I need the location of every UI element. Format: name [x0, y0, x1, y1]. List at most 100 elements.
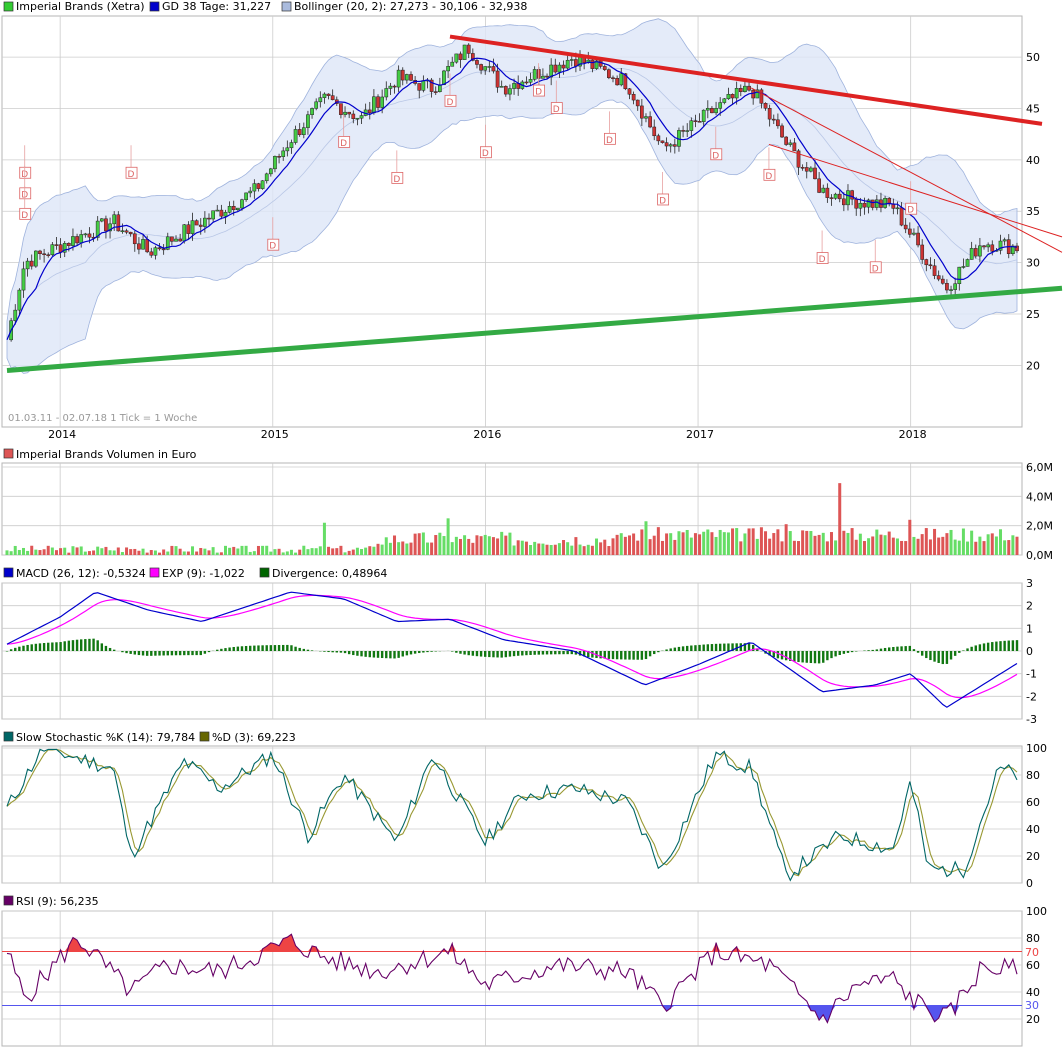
volume-bar [187, 552, 190, 555]
candle-up [970, 248, 973, 259]
volume-bar [191, 546, 194, 555]
divergence-bar [991, 642, 993, 651]
dividend-label: D [872, 264, 879, 274]
volume-bar [360, 549, 363, 555]
volume-bar [463, 535, 466, 555]
divergence-bar [35, 644, 37, 651]
candle-down [496, 71, 499, 87]
volume-bar [51, 548, 54, 555]
volume-bar [892, 538, 895, 555]
candle-down [653, 127, 656, 136]
volume-bar [764, 531, 767, 555]
dividend-label: D [907, 206, 914, 216]
divergence-bar [298, 648, 300, 651]
candle-up [822, 188, 825, 192]
divergence-bar [872, 650, 874, 651]
candle-down [900, 208, 903, 225]
candle-down [752, 90, 755, 98]
candle-up [245, 193, 248, 200]
divergence-bar [76, 640, 78, 651]
legend-label-macd: MACD (26, 12): -0,5324 [16, 567, 146, 580]
volume-bar [673, 540, 676, 555]
volume-bar [220, 552, 223, 555]
volume-bar [706, 529, 709, 555]
volume-bar [768, 539, 771, 555]
divergence-bar [954, 651, 956, 656]
divergence-bar [14, 648, 16, 651]
candle-down [67, 243, 70, 245]
volume-bar [401, 541, 404, 555]
divergence-bar [847, 651, 849, 653]
legend-swatch-divergence [260, 568, 269, 577]
volume-bar [879, 535, 882, 555]
volume-bar [558, 543, 561, 555]
volume-bar [776, 529, 779, 555]
legend-label-divergence: Divergence: 0,48964 [272, 567, 387, 580]
divergence-bar [909, 646, 911, 651]
volume-bar [166, 552, 169, 555]
volume-bar [793, 541, 796, 555]
divergence-bar [665, 649, 667, 651]
divergence-bar [834, 651, 836, 656]
volume-bar [657, 527, 660, 555]
price-tick-label: 40 [1026, 154, 1040, 167]
candle-down [554, 65, 557, 72]
volume-bar [100, 548, 103, 555]
price-tick-label: 20 [1026, 359, 1040, 372]
volume-bar [455, 537, 458, 555]
candle-down [195, 221, 198, 225]
candle-down [607, 70, 610, 78]
candle-down [137, 244, 140, 249]
volume-bar [731, 528, 734, 555]
volume-bar [789, 531, 792, 555]
volume-bar [265, 546, 268, 555]
divergence-bar [55, 642, 57, 651]
volume-bar [624, 537, 627, 555]
volume-bar [566, 542, 569, 555]
candle-down [760, 90, 763, 103]
volume-bar [414, 534, 417, 555]
volume-bar [970, 531, 973, 555]
divergence-bar [970, 647, 972, 651]
divergence-bar [777, 651, 779, 658]
divergence-bar [797, 651, 799, 662]
dividend-label: D [765, 172, 772, 182]
candle-down [459, 54, 462, 60]
divergence-bar [1012, 640, 1014, 651]
divergence-bar [517, 651, 519, 656]
candle-down [179, 239, 182, 241]
divergence-bar [566, 651, 568, 654]
divergence-bar [369, 651, 371, 657]
candle-down [88, 234, 91, 237]
divergence-bar [702, 645, 704, 651]
candle-up [987, 245, 990, 247]
candle-down [434, 92, 437, 93]
divergence-bar [455, 651, 457, 653]
candle-down [785, 137, 788, 145]
volume-bar [941, 537, 944, 555]
volume-bar [484, 535, 487, 555]
candle-up [451, 62, 454, 66]
candle-down [649, 117, 652, 127]
divergence-bar [96, 640, 98, 651]
dividend-label: D [819, 255, 826, 265]
volume-bar [315, 548, 318, 555]
stock-chart: Imperial Brands (Xetra) GD 38 Tage: 31,2… [0, 0, 1064, 1057]
candle-down [793, 143, 796, 151]
candle-up [644, 117, 647, 119]
divergence-bar [175, 651, 177, 655]
candle-down [55, 245, 58, 246]
divergence-bar [336, 651, 338, 652]
legend-label-rsi: RSI (9): 56,235 [16, 895, 99, 908]
divergence-bar [484, 651, 486, 657]
dividend-label: D [393, 175, 400, 185]
volume-bar [958, 541, 961, 555]
volume-bar [459, 539, 462, 555]
divergence-bar [925, 651, 927, 658]
dividend-label: D [535, 88, 542, 98]
divergence-bar [983, 643, 985, 651]
candle-up [51, 245, 54, 255]
volume-bar [579, 545, 582, 555]
divergence-bar [694, 645, 696, 651]
divergence-bar [68, 641, 70, 651]
